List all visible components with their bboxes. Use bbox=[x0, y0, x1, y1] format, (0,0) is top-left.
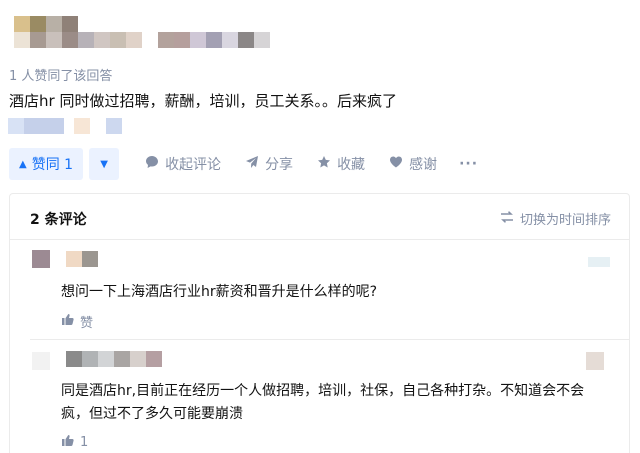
comments-header: 2 条评论 切换为时间排序 bbox=[10, 194, 629, 240]
thumbs-up-icon bbox=[61, 313, 74, 330]
comment-author-blurred[interactable] bbox=[66, 351, 162, 367]
comment-like-label: 赞 bbox=[80, 316, 94, 331]
downvote-button[interactable]: ▼ bbox=[89, 148, 120, 180]
comment-text-line-1: 同是酒店hr,目前正在经历一个人做招聘，培训，社保，自己各种打杂。不知道会不会 bbox=[61, 383, 585, 399]
collapse-comments-label: 收起评论 bbox=[165, 157, 222, 173]
favorite-label: 收藏 bbox=[337, 157, 366, 173]
swap-arrows-icon bbox=[500, 210, 514, 227]
comment-text: 想问一下上海酒店行业hr薪资和晋升是什么样的呢? bbox=[61, 284, 378, 300]
collapse-comments-button[interactable]: 收起评论 bbox=[145, 154, 221, 174]
upvote-button[interactable]: ▲ 赞同 1 bbox=[9, 148, 84, 180]
author-avatar-blurred[interactable] bbox=[14, 16, 78, 32]
comment-like-button[interactable]: 赞 bbox=[61, 312, 93, 331]
comments-panel: 2 条评论 切换为时间排序 想问一下上海酒店行业hr薪资和晋升是什么样的呢? 赞… bbox=[9, 193, 630, 453]
share-button[interactable]: 分享 bbox=[245, 154, 293, 174]
upvote-summary[interactable]: 1 人赞同了该回答 bbox=[9, 65, 112, 84]
share-label: 分享 bbox=[265, 157, 294, 173]
sort-toggle-button[interactable]: 切换为时间排序 bbox=[500, 209, 611, 228]
upvote-label: 赞同 1 bbox=[31, 157, 74, 173]
heart-icon bbox=[389, 155, 403, 173]
comment-text-line-2: 疯，但过不了多久可能要崩溃 bbox=[61, 406, 243, 422]
comment-meta-blurred bbox=[586, 352, 604, 370]
thumbs-up-icon bbox=[61, 434, 74, 451]
comment-avatar-blurred[interactable] bbox=[32, 250, 50, 268]
more-options-icon: ··· bbox=[459, 156, 479, 172]
more-button[interactable]: ··· bbox=[459, 156, 478, 172]
answer-text: 酒店hr 同时做过招聘，薪酬，培训，员工关系。。后来疯了 bbox=[9, 92, 397, 110]
comment-like-button[interactable]: 1 bbox=[61, 434, 88, 451]
answer-action-bar: ▲ 赞同 1 ▼ 收起评论 分享 收藏 感谢 ··· bbox=[9, 148, 478, 180]
comment-avatar-blurred[interactable] bbox=[32, 352, 50, 370]
comment-divider bbox=[30, 339, 629, 340]
comments-count: 2 条评论 bbox=[30, 212, 87, 228]
answer-meta-blurred bbox=[8, 118, 122, 134]
paper-plane-icon bbox=[245, 155, 259, 173]
sort-toggle-label: 切换为时间排序 bbox=[519, 213, 611, 228]
triangle-down-icon: ▼ bbox=[100, 158, 108, 170]
author-name-blurred[interactable] bbox=[14, 32, 270, 48]
comment-author-blurred[interactable] bbox=[66, 251, 98, 267]
comment-bubble-icon bbox=[145, 155, 159, 173]
thanks-label: 感谢 bbox=[409, 157, 438, 173]
thanks-button[interactable]: 感谢 bbox=[389, 154, 437, 174]
star-icon bbox=[317, 155, 331, 173]
comment-like-count: 1 bbox=[80, 435, 89, 450]
favorite-button[interactable]: 收藏 bbox=[317, 154, 365, 174]
comment-meta-blurred bbox=[588, 257, 610, 267]
triangle-up-icon: ▲ bbox=[19, 158, 27, 170]
